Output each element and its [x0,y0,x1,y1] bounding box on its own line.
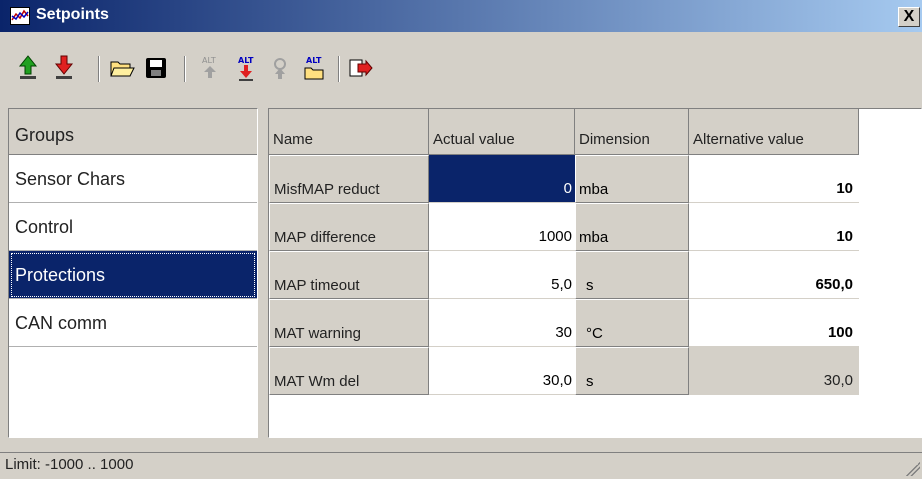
alternative-value-cell[interactable]: 100 [689,299,859,347]
group-item-can-comm[interactable]: CAN comm [9,299,257,347]
alternative-value-cell[interactable]: 10 [689,203,859,251]
alt-download-icon[interactable]: ALT [232,52,260,84]
group-item-sensor-chars[interactable]: Sensor Chars [9,155,257,203]
alternative-value-cell[interactable]: 650,0 [689,251,859,299]
download-red-arrow-icon[interactable] [50,52,78,84]
groups-header[interactable]: Groups [9,109,257,155]
toolbar-separator [338,56,340,82]
dimension-cell: °C [575,299,689,347]
actual-value-cell[interactable]: 0 [429,155,575,203]
export-arrow-icon[interactable] [346,52,374,84]
dimension-cell: s [575,251,689,299]
dimension-cell: mba [575,203,689,251]
toolbar-separator [184,56,186,82]
row-name[interactable]: MAP timeout [269,251,429,299]
resize-grip-icon[interactable] [906,462,920,476]
column-header-name[interactable]: Name [269,109,429,155]
group-item-protections[interactable]: Protections [9,251,257,299]
actual-value-cell[interactable]: 5,0 [429,251,575,299]
row-name[interactable]: MAT Wm del [269,347,429,395]
alternative-value-cell: 30,0 [689,347,859,395]
column-header-alternative-value[interactable]: Alternative value [689,109,859,155]
alt-folder-icon[interactable]: ALT [300,52,328,84]
groups-list: Groups Sensor Chars Control Protections … [8,108,258,438]
row-name[interactable]: MAP difference [269,203,429,251]
dimension-cell: s [575,347,689,395]
upload-green-arrow-icon[interactable] [14,52,42,84]
alt-disabled-icon[interactable]: ALT [196,52,224,84]
setpoints-app-icon [10,7,30,25]
title-bar: Setpoints [0,0,922,32]
svg-text:ALT: ALT [202,56,216,65]
window-title: Setpoints [36,6,109,23]
row-name[interactable]: MAT warning [269,299,429,347]
actual-value-cell[interactable]: 30 [429,299,575,347]
svg-text:ALT: ALT [306,56,322,65]
svg-text:ALT: ALT [238,56,254,65]
open-folder-icon[interactable] [108,52,136,84]
save-disk-icon[interactable] [142,52,170,84]
limit-status-text: Limit: -1000 .. 1000 [5,456,134,473]
toolbar-separator [98,56,100,82]
column-header-dimension[interactable]: Dimension [575,109,689,155]
group-item-control[interactable]: Control [9,203,257,251]
status-bar [0,452,922,479]
setpoints-table: Name Actual value Dimension Alternative … [268,108,922,438]
alt-disabled-2-icon[interactable] [266,52,294,84]
actual-value-cell[interactable]: 1000 [429,203,575,251]
column-header-actual-value[interactable]: Actual value [429,109,575,155]
close-button[interactable]: X [898,7,920,27]
alternative-value-cell[interactable]: 10 [689,155,859,203]
dimension-cell: mba [575,155,689,203]
row-name[interactable]: MisfMAP reduct [269,155,429,203]
actual-value-cell[interactable]: 30,0 [429,347,575,395]
